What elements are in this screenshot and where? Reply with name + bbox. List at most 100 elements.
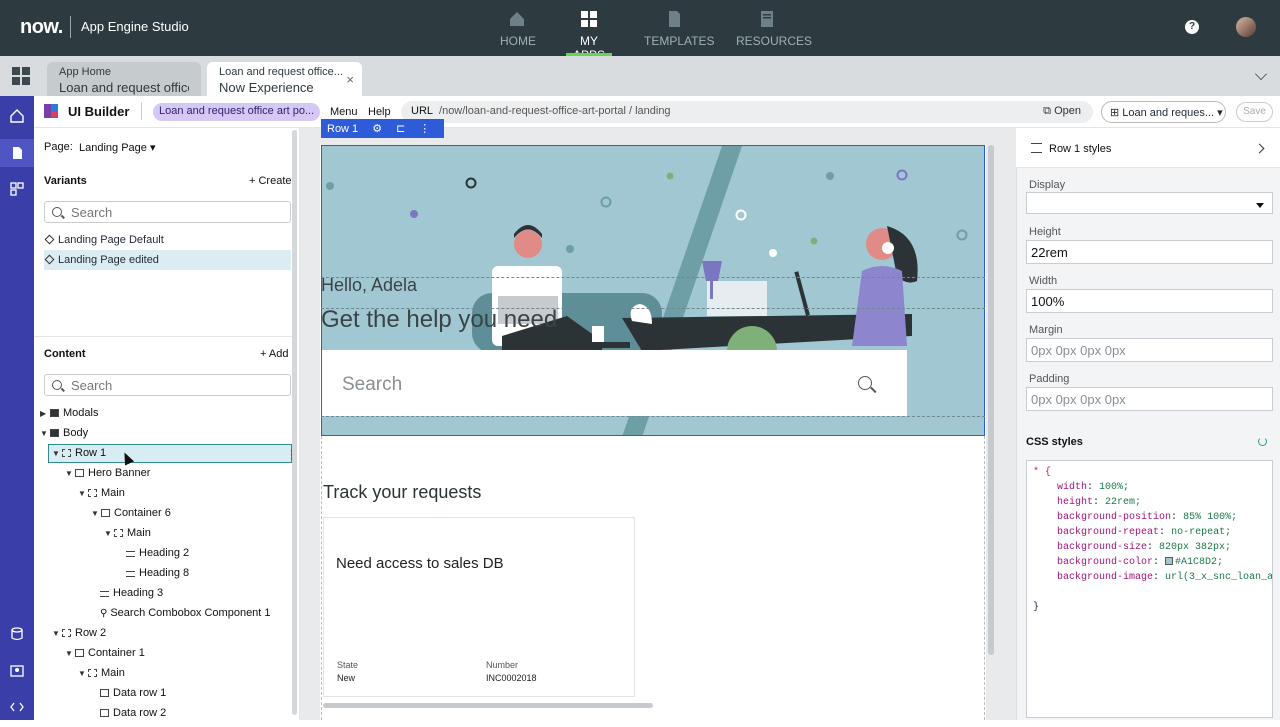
- greeting-heading[interactable]: Hello, Adela: [321, 275, 417, 296]
- url-bar[interactable]: URL/now/loan-and-request-office-art-port…: [401, 101, 1093, 123]
- tree-item-container-1[interactable]: ▼ Container 1: [65, 647, 145, 667]
- home-icon[interactable]: [10, 109, 24, 123]
- number-label: Number: [486, 660, 519, 670]
- database-icon[interactable]: [10, 627, 24, 641]
- code-icon[interactable]: [10, 700, 24, 714]
- tree-label: Row 2: [75, 627, 107, 639]
- search-icon[interactable]: [858, 376, 872, 390]
- app-switcher-grid-icon[interactable]: [12, 67, 30, 85]
- css-selector: * {: [1033, 467, 1052, 478]
- tree-item-main-inner[interactable]: ▼ Main: [104, 527, 151, 547]
- tree-item-heading-3[interactable]: Heading 3: [100, 587, 163, 607]
- margin-input[interactable]: 0px 0px 0px 0px: [1026, 338, 1273, 362]
- help-icon[interactable]: ?: [1185, 20, 1199, 34]
- variant-select[interactable]: ⊞ Loan and reques... ▾: [1101, 101, 1226, 123]
- width-input[interactable]: 100%: [1026, 289, 1273, 313]
- create-variant-button[interactable]: + Create: [249, 175, 292, 187]
- tree-item-container-6[interactable]: ▼ Container 6: [91, 507, 171, 527]
- add-content-button[interactable]: + Add: [260, 348, 288, 360]
- hero-headline[interactable]: Get the help you need: [321, 306, 557, 334]
- tree-item-heading-8[interactable]: Heading 8: [126, 567, 189, 587]
- nav-templates[interactable]: TEMPLATES: [644, 8, 714, 56]
- page-label: Page:: [44, 141, 73, 153]
- variant-item-selected[interactable]: Landing Page edited: [44, 250, 291, 270]
- diamond-icon: [44, 234, 55, 245]
- padding-input[interactable]: 0px 0px 0px 0px: [1026, 387, 1273, 411]
- display-select[interactable]: [1026, 192, 1273, 214]
- variant-label: Landing Page Default: [58, 234, 164, 246]
- tab-title: App Home: [59, 66, 111, 78]
- save-button[interactable]: Save: [1236, 102, 1273, 122]
- nav-home[interactable]: HOME: [500, 8, 536, 56]
- hero-search-input[interactable]: Search: [322, 350, 907, 416]
- toolbar-divider: [141, 102, 142, 120]
- request-card[interactable]: [323, 517, 635, 697]
- height-input[interactable]: 22rem: [1026, 240, 1273, 264]
- css-key: background-position: [1057, 512, 1172, 523]
- tree-label: Body: [63, 427, 89, 439]
- css-key: background-repeat: [1057, 527, 1160, 538]
- tree-label: Data row 2: [113, 707, 167, 719]
- nav-my-apps[interactable]: MY APPS: [566, 8, 612, 62]
- tab-close-icon[interactable]: ×: [346, 72, 354, 87]
- variants-search-input[interactable]: Search: [44, 201, 291, 223]
- section-divider: [34, 336, 296, 337]
- tree-label: Container 6: [114, 507, 171, 519]
- page-icon[interactable]: [10, 146, 24, 160]
- top-navigation-bar: now. App Engine Studio HOME MY APPS TEMP…: [0, 0, 1280, 62]
- css-value: 85% 100%;: [1183, 512, 1238, 523]
- canvas-vertical-scrollbar[interactable]: [988, 145, 994, 655]
- components-icon[interactable]: [10, 182, 24, 196]
- tree-item-body[interactable]: ▼ Body: [40, 427, 88, 447]
- more-icon[interactable]: ⋮: [419, 123, 430, 135]
- hierarchy-icon[interactable]: ⊏: [396, 123, 405, 135]
- refresh-icon[interactable]: [1258, 437, 1267, 446]
- left-panel-scrollbar[interactable]: [292, 130, 297, 715]
- user-avatar[interactable]: [1236, 17, 1256, 37]
- css-editor[interactable]: * { width: 100%; height: 22rem; backgrou…: [1026, 460, 1273, 718]
- id-card-icon[interactable]: [10, 664, 24, 678]
- css-value: 22rem;: [1105, 497, 1142, 508]
- tree-item-row-1[interactable]: ▼ Row 1: [52, 447, 106, 467]
- tree-item-data-row-2[interactable]: Data row 2: [100, 707, 166, 727]
- tree-item-search-combobox[interactable]: ⚲ Search Combobox Component 1: [100, 607, 271, 627]
- nav-resources[interactable]: RESOURCES: [736, 8, 812, 56]
- chevron-down-icon: [1256, 203, 1264, 208]
- help-button[interactable]: Help: [368, 106, 391, 118]
- page-selector[interactable]: Landing Page ▾: [79, 141, 155, 154]
- tree-item-data-row-1[interactable]: Data row 1: [100, 687, 166, 707]
- tree-item-hero-banner[interactable]: ▼ Hero Banner: [65, 467, 150, 487]
- tree-label: Main: [101, 487, 125, 499]
- tree-item-main-2[interactable]: ▼ Main: [78, 667, 125, 687]
- variant-label: Landing Page edited: [58, 254, 159, 266]
- nav-templates-label: TEMPLATES: [644, 34, 715, 48]
- tree-label: Heading 8: [139, 567, 190, 579]
- tree-item-modals[interactable]: ▶ Modals: [40, 407, 98, 427]
- tree-item-heading-2[interactable]: Heading 2: [126, 547, 189, 567]
- search-icon: ⚲: [100, 608, 108, 619]
- state-label: State: [337, 660, 359, 670]
- document-icon: [669, 11, 680, 27]
- menu-button[interactable]: Menu: [330, 106, 358, 118]
- canvas-horizontal-scrollbar[interactable]: [323, 703, 653, 708]
- tab-now-experience[interactable]: Loan and request office... Now Experienc…: [207, 62, 362, 96]
- settings-icon[interactable]: ⚙: [372, 123, 382, 135]
- variants-title: Variants: [44, 175, 87, 187]
- app-name: App Engine Studio: [81, 19, 189, 34]
- servicenow-logo[interactable]: now.: [20, 16, 63, 39]
- variant-item[interactable]: Landing Page Default: [44, 230, 291, 250]
- tree-label: Hero Banner: [88, 467, 151, 479]
- guide-line: [321, 277, 985, 278]
- tree-item-main[interactable]: ▼ Main: [78, 487, 125, 507]
- track-requests-heading[interactable]: Track your requests: [323, 482, 481, 503]
- tree-item-row-2[interactable]: ▼ Row 2: [52, 627, 106, 647]
- ui-builder-logo-icon: [44, 104, 58, 118]
- content-search-input[interactable]: Search: [44, 374, 291, 396]
- row-1-tag[interactable]: Row 1 ⚙ ⊏ ⋮: [321, 119, 444, 138]
- request-card-title: Need access to sales DB: [336, 555, 504, 572]
- css-value: no-repeat;: [1171, 527, 1232, 538]
- app-selector-pill[interactable]: Loan and request office art po...: [153, 103, 321, 121]
- open-label: Open: [1054, 105, 1081, 117]
- open-url-button[interactable]: ⧉ Open: [1043, 105, 1081, 118]
- tab-app-home[interactable]: App Home Loan and request office...: [47, 62, 201, 96]
